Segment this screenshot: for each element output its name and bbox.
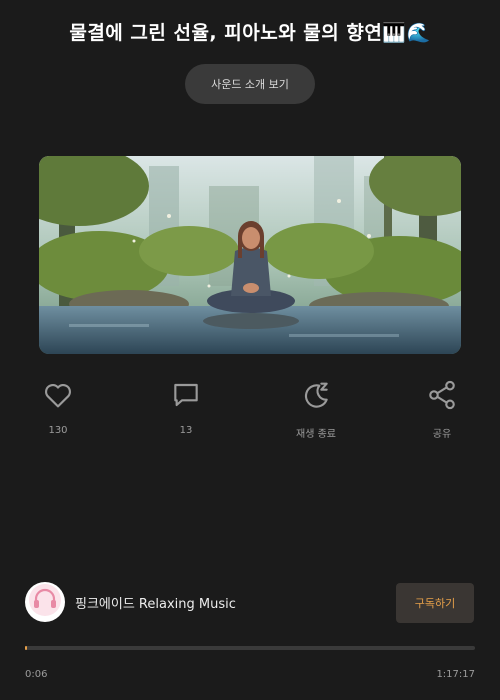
action-bar: 130 13 재생 종료 공유 xyxy=(0,378,500,448)
comment-count: 13 xyxy=(179,425,193,436)
share-button[interactable]: 공유 xyxy=(402,378,482,444)
channel-info[interactable]: 핑크에이드 Relaxing Music xyxy=(25,581,236,623)
share-icon xyxy=(425,378,459,412)
comment-icon xyxy=(169,378,203,412)
headphones-icon xyxy=(28,583,62,621)
page-title: 물결에 그린 선율, 피아노와 물의 향연🎹🌊 xyxy=(69,22,431,44)
like-count: 130 xyxy=(48,425,68,436)
progress-fill xyxy=(25,646,28,650)
comment-button[interactable]: 13 xyxy=(146,378,226,444)
progress-bar[interactable] xyxy=(25,646,475,650)
subscribe-button[interactable]: 구독하기 xyxy=(396,583,474,623)
like-button[interactable]: 130 xyxy=(18,378,98,444)
sleep-timer-label: 재생 종료 xyxy=(296,429,336,440)
sound-intro-button[interactable]: 사운드 소개 보기 xyxy=(185,64,315,104)
cover-artwork xyxy=(39,156,461,354)
total-time: 1:17:17 xyxy=(436,669,475,680)
share-label: 공유 xyxy=(432,429,452,440)
channel-name[interactable]: 핑크에이드 Relaxing Music xyxy=(75,593,236,612)
current-time: 0:06 xyxy=(25,669,48,680)
sleep-timer-icon xyxy=(299,378,333,412)
sleep-timer-button[interactable]: 재생 종료 xyxy=(276,378,356,444)
heart-icon xyxy=(41,378,75,412)
avatar[interactable] xyxy=(25,582,65,622)
